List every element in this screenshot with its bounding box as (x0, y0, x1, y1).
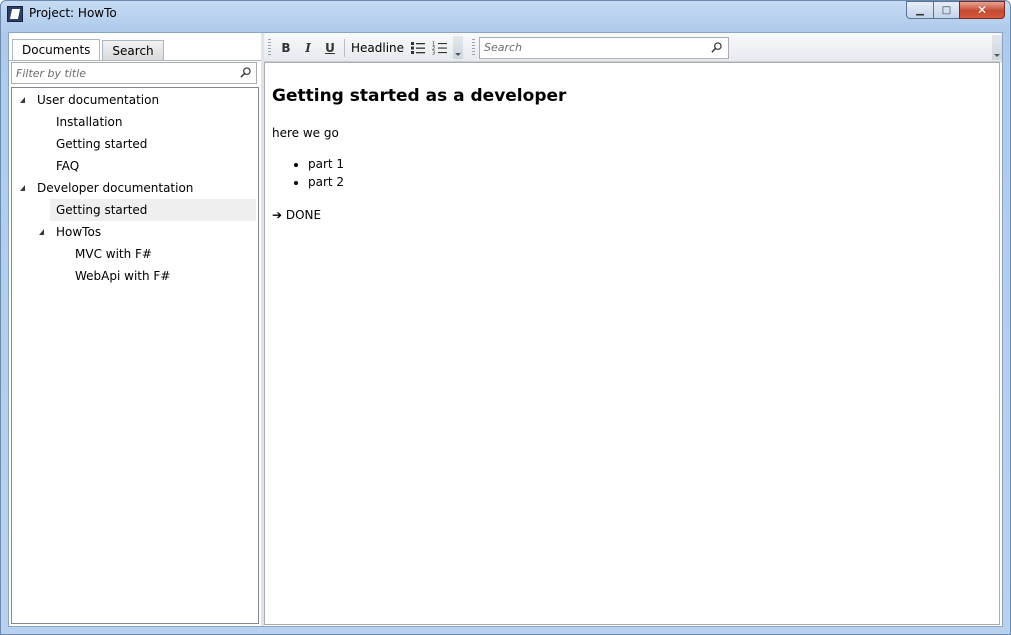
tree-item-developer-documentation[interactable]: Developer documentation (12, 177, 258, 199)
expanded-arrow-icon[interactable] (39, 229, 44, 235)
tree-item-label: WebApi with F# (75, 269, 171, 283)
tree-item-webapi-with-fsharp[interactable]: WebApi with F# (12, 265, 258, 287)
list-item: part 2 (308, 173, 999, 191)
toolbar-separator (344, 38, 345, 57)
app-window: Project: HowTo ▁ □ ✕ Documents Search Fi… (0, 0, 1011, 635)
numbered-list-button[interactable]: 1 2 3 (429, 37, 451, 59)
format-toolbar: B I U Headline 1 2 3 (266, 35, 464, 60)
tree-item-label: FAQ (56, 159, 80, 173)
tree-item-label: Getting started (56, 137, 148, 151)
tree-item-getting-started-developer[interactable]: Getting started (50, 199, 256, 221)
filter-input[interactable] (16, 64, 231, 82)
italic-button[interactable]: I (297, 37, 319, 59)
client-area: Documents Search User documentation Inst… (8, 32, 1003, 627)
tab-divider (9, 60, 261, 61)
toolbar-grip[interactable] (472, 38, 475, 57)
document-done-line: ➔ DONE (272, 208, 322, 222)
tree-item-mvc-with-fsharp[interactable]: MVC with F# (12, 243, 258, 265)
search-toolbar (470, 35, 729, 60)
close-icon: ✕ (976, 3, 988, 17)
filter-box (11, 62, 257, 84)
minimize-button[interactable]: ▁ (906, 1, 933, 19)
window-title: Project: HowTo (29, 6, 117, 20)
toolbar-tray: B I U Headline 1 2 3 Search (264, 33, 1002, 62)
document-heading: Getting started as a developer (272, 86, 567, 106)
document-list: part 1 part 2 (272, 155, 999, 191)
svg-text:3: 3 (432, 50, 435, 55)
numbered-list-icon: 1 2 3 (432, 41, 448, 55)
bullet-list-button[interactable] (407, 37, 429, 59)
expanded-arrow-icon[interactable] (20, 185, 25, 191)
bold-button[interactable]: B (275, 37, 297, 59)
list-item: part 1 (308, 155, 999, 173)
tree-item-label: Installation (56, 115, 123, 129)
tree-item-installation[interactable]: Installation (12, 111, 258, 133)
toolbar-overflow-button-right[interactable] (992, 35, 1002, 60)
search-input[interactable] (484, 38, 704, 57)
maximize-icon: □ (941, 4, 952, 16)
tree-item-label: User documentation (37, 93, 160, 107)
search-icon[interactable] (240, 67, 251, 78)
tree-item-label: HowTos (56, 225, 102, 239)
sidebar-tabs: Documents Search (12, 39, 166, 61)
window-controls: ▁ □ ✕ (906, 1, 1005, 19)
title-bar[interactable]: Project: HowTo ▁ □ ✕ (1, 1, 1010, 27)
sidebar: Documents Search User documentation Inst… (9, 33, 261, 626)
tree-item-faq[interactable]: FAQ (12, 155, 258, 177)
tree-item-user-documentation[interactable]: User documentation (12, 89, 258, 111)
bullet-list-icon (411, 41, 426, 54)
toolbar-overflow-button[interactable] (453, 36, 464, 59)
document-tree: User documentation Installation Getting … (11, 87, 259, 624)
app-icon (7, 6, 23, 22)
search-icon[interactable] (711, 41, 722, 53)
tree-item-label: MVC with F# (75, 247, 152, 261)
tree-item-label: Developer documentation (37, 181, 194, 195)
editor-panel: B I U Headline 1 2 3 Search Getting star… (264, 33, 1002, 626)
minimize-icon: ▁ (916, 4, 924, 16)
tree-item-getting-started-user[interactable]: Getting started (12, 133, 258, 155)
close-button[interactable]: ✕ (959, 1, 1005, 19)
underline-button[interactable]: U (319, 37, 341, 59)
tree-item-label: Getting started (56, 203, 148, 217)
tab-documents[interactable]: Documents (12, 39, 101, 61)
toolbar-grip[interactable] (268, 38, 271, 57)
search-box (479, 36, 729, 59)
maximize-button[interactable]: □ (933, 1, 959, 19)
tab-search[interactable]: Search (102, 40, 164, 61)
document-paragraph: here we go (272, 126, 339, 140)
headline-button[interactable]: Headline (348, 37, 407, 59)
tree-item-howtos[interactable]: HowTos (12, 221, 258, 243)
document-editor[interactable]: Getting started as a developer here we g… (264, 62, 1000, 625)
expanded-arrow-icon[interactable] (20, 97, 25, 103)
